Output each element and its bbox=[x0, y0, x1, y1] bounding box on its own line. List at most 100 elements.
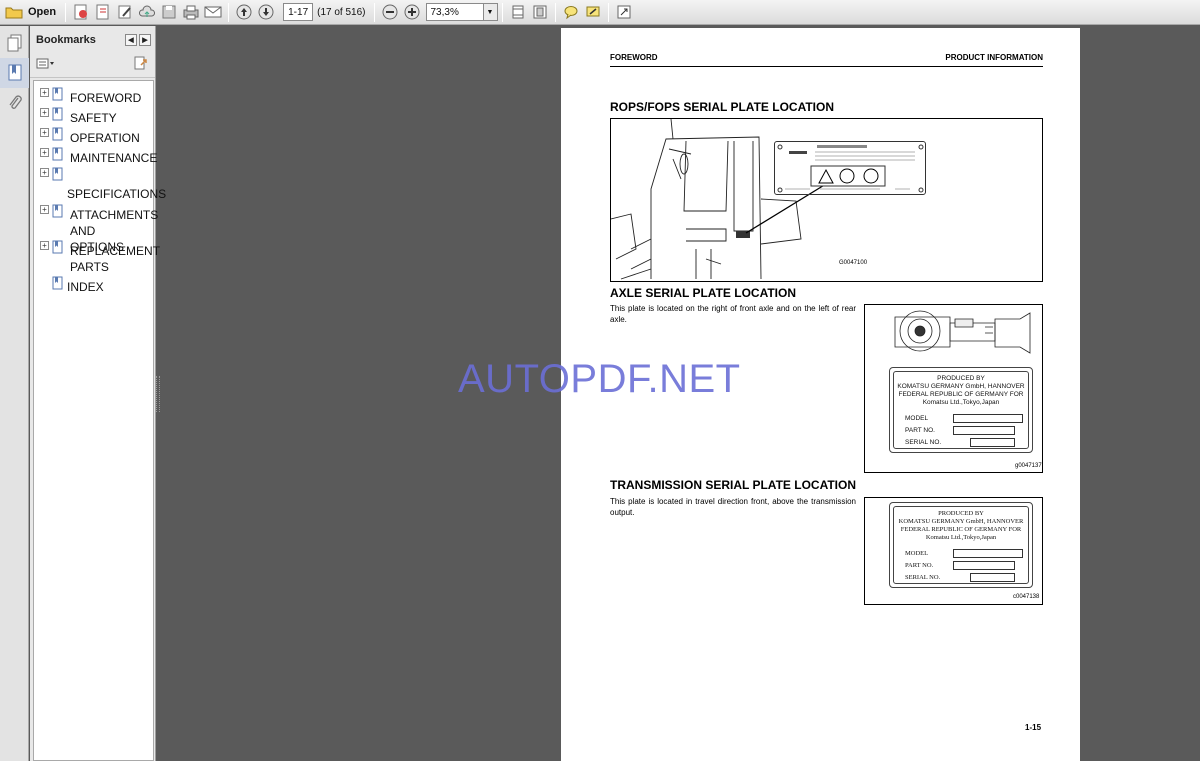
zoom-in-button[interactable] bbox=[401, 2, 423, 23]
plate-line-1: PRODUCED BY bbox=[937, 375, 985, 382]
expand-icon[interactable]: + bbox=[40, 148, 49, 157]
bookmark-index[interactable]: INDEX bbox=[34, 273, 153, 294]
plus-icon bbox=[404, 4, 419, 20]
attachments-panel-button[interactable] bbox=[0, 88, 29, 118]
comment-icon bbox=[564, 6, 577, 20]
axle-serial-plate: PRODUCED BY KOMATSU GERMANY GmbH, HANNOV… bbox=[889, 367, 1033, 453]
main-toolbar: Open 1-17 (17 of 516) 73,3% ▼ bbox=[0, 0, 1200, 25]
edit-icon bbox=[118, 5, 131, 19]
transmission-figure: PRODUCED BY KOMATSU GERMANY GmbH, HANNOV… bbox=[864, 497, 1043, 605]
panel-splitter[interactable] bbox=[156, 376, 160, 412]
open-label: Open bbox=[28, 6, 57, 18]
figure-code: g0047137 bbox=[1015, 463, 1042, 469]
arrow-down-icon bbox=[258, 4, 274, 20]
print-button[interactable] bbox=[180, 2, 202, 23]
bookmark-flag-icon bbox=[52, 276, 63, 290]
divider bbox=[228, 2, 230, 22]
convert-button[interactable] bbox=[92, 2, 114, 23]
bookmarks-list: + FOREWORD + SAFETY + OPERATION + MAINTE… bbox=[33, 80, 166, 761]
arrow-up-icon bbox=[236, 4, 252, 20]
serial-no-label: SERIAL NO. bbox=[905, 439, 942, 446]
bookmarks-panel: Bookmarks ◀ ▶ + FOREWORD + SAFETY + OPER… bbox=[30, 26, 166, 761]
model-field bbox=[953, 414, 1023, 423]
comment-button[interactable] bbox=[560, 2, 582, 23]
model-label: MODEL bbox=[905, 550, 929, 557]
bookmark-flag-icon bbox=[52, 147, 63, 161]
convert-icon bbox=[96, 4, 109, 20]
expand-icon bbox=[617, 5, 630, 19]
divider bbox=[554, 2, 556, 22]
navigation-rail bbox=[0, 26, 29, 761]
header-right: PRODUCT INFORMATION bbox=[945, 53, 1043, 62]
save-icon bbox=[162, 5, 176, 19]
save-button[interactable] bbox=[158, 2, 180, 23]
zoom-out-button[interactable] bbox=[379, 2, 401, 23]
bookmark-replacement-parts[interactable]: + REPLACEMENT PARTS bbox=[34, 237, 160, 274]
previous-page-button[interactable] bbox=[233, 2, 255, 23]
expand-icon[interactable]: + bbox=[40, 128, 49, 137]
bookmark-flag-icon bbox=[52, 87, 63, 101]
expand-icon[interactable]: + bbox=[40, 108, 49, 117]
expand-icon[interactable]: + bbox=[40, 241, 49, 250]
options-icon bbox=[36, 58, 54, 68]
paperclip-icon bbox=[8, 95, 22, 109]
rops-figure: G0047100 bbox=[610, 118, 1043, 282]
edit-button[interactable] bbox=[114, 2, 136, 23]
scroll-mode-button[interactable] bbox=[507, 2, 529, 23]
fit-page-button[interactable] bbox=[529, 2, 551, 23]
bookmark-foreword[interactable]: + FOREWORD bbox=[34, 84, 153, 105]
open-button[interactable]: Open bbox=[1, 2, 60, 23]
axle-illustration bbox=[894, 310, 1031, 354]
header-left: FOREWORD bbox=[610, 53, 658, 62]
expand-icon[interactable]: + bbox=[40, 168, 49, 177]
bookmark-flag-icon bbox=[52, 204, 63, 218]
transmission-serial-plate: PRODUCED BY KOMATSU GERMANY GmbH, HANNOV… bbox=[889, 502, 1033, 588]
bookmarks-header: Bookmarks ◀ ▶ bbox=[30, 26, 155, 54]
bookmark-flag-icon bbox=[52, 240, 63, 254]
bookmarks-tools bbox=[30, 54, 155, 78]
plate-line-2: KOMATSU GERMANY GmbH, HANNOVER bbox=[897, 383, 1025, 390]
page-count: (17 of 516) bbox=[317, 6, 366, 18]
expand-icon[interactable]: + bbox=[40, 205, 49, 214]
zoom-input[interactable]: 73,3% bbox=[425, 3, 484, 21]
pages-panel-button[interactable] bbox=[0, 28, 29, 58]
email-button[interactable] bbox=[202, 2, 224, 23]
bookmark-flag-icon bbox=[52, 167, 63, 181]
rops-plate bbox=[774, 141, 926, 195]
collapse-panel-button[interactable]: ◀ bbox=[125, 34, 137, 46]
expand-button[interactable] bbox=[613, 2, 635, 23]
bookmarks-panel-button[interactable] bbox=[0, 58, 29, 88]
divider bbox=[607, 2, 609, 22]
sign-button[interactable] bbox=[582, 2, 604, 23]
bookmark-maintenance[interactable]: + MAINTENANCE bbox=[34, 144, 157, 165]
sign-icon bbox=[586, 6, 599, 17]
chevron-down-icon: ▼ bbox=[486, 8, 494, 16]
double-left-icon: ◀ bbox=[128, 37, 134, 44]
expand-icon[interactable]: + bbox=[40, 88, 49, 97]
zoom-dropdown[interactable]: ▼ bbox=[483, 3, 498, 21]
bookmark-operation[interactable]: + OPERATION bbox=[34, 124, 153, 145]
rops-plate-detail bbox=[777, 144, 924, 193]
expand-panel-button[interactable]: ▶ bbox=[139, 34, 151, 46]
create-pdf-button[interactable] bbox=[70, 2, 92, 23]
upload-button[interactable] bbox=[136, 2, 158, 23]
plate-line-4: Komatsu Ltd.,Tokyo,Japan bbox=[925, 534, 997, 541]
printer-icon bbox=[183, 5, 199, 20]
figure-code: G0047100 bbox=[839, 260, 868, 266]
transmission-description: This plate is located in travel directio… bbox=[610, 497, 856, 517]
figure-code: c0047138 bbox=[1013, 594, 1040, 600]
part-no-label: PART NO. bbox=[905, 427, 935, 434]
bookmark-attachments[interactable]: + ATTACHMENTS AND OPTIONS bbox=[34, 201, 158, 254]
minus-icon bbox=[382, 4, 397, 20]
plate-line-3: FEDERAL REPUBLIC OF GERMANY FOR bbox=[900, 526, 1022, 533]
bookmark-flag-icon bbox=[52, 107, 63, 121]
bookmark-specifications[interactable]: + SPECIFICATIONS bbox=[34, 164, 166, 201]
expand-bookmark-button[interactable] bbox=[133, 56, 149, 75]
page-number-input[interactable]: 1-17 bbox=[283, 3, 314, 21]
plate-line-1: PRODUCED BY bbox=[938, 510, 984, 517]
options-dropdown[interactable] bbox=[36, 57, 56, 75]
plate-line-3: FEDERAL REPUBLIC OF GERMANY FOR bbox=[898, 391, 1024, 398]
next-page-button[interactable] bbox=[255, 2, 277, 23]
bookmark-safety[interactable]: + SAFETY bbox=[34, 104, 153, 125]
plate-line-2: KOMATSU GERMANY GmbH, HANNOVER bbox=[898, 518, 1024, 525]
